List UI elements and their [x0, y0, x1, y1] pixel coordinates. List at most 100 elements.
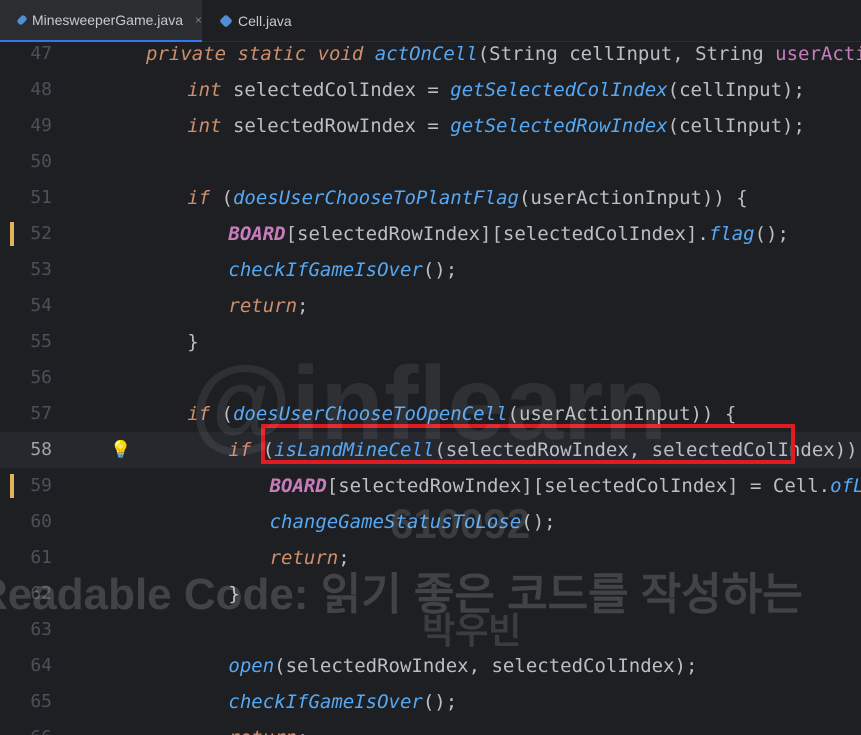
- line-number: 59: [30, 475, 52, 496]
- code-text: }: [228, 576, 239, 612]
- code-text: return;: [228, 288, 308, 324]
- code-token: if: [228, 439, 263, 461]
- code-token: (cellInput);: [667, 79, 805, 101]
- code-token: BOARD: [269, 475, 327, 497]
- code-token: (: [221, 187, 233, 209]
- code-token: selectedRowIndex =: [232, 115, 451, 137]
- code-token: ();: [754, 223, 789, 245]
- tab-cell[interactable]: Cell.java: [202, 0, 312, 42]
- code-line[interactable]: 50: [0, 144, 861, 180]
- code-text: return;: [270, 540, 350, 576]
- code-text: int selectedColIndex = getSelectedColInd…: [187, 72, 805, 108]
- code-token: if: [187, 403, 222, 425]
- code-token: return: [228, 727, 297, 735]
- code-line[interactable]: 63: [0, 612, 861, 648]
- code-token: checkIfGameIsOver: [228, 259, 423, 281]
- code-text: open(selectedRowIndex, selectedColIndex)…: [228, 648, 697, 684]
- code-text: changeGameStatusToLose();: [270, 504, 556, 540]
- line-number: 65: [30, 691, 52, 712]
- code-line[interactable]: 54 return;: [0, 288, 861, 324]
- code-token: [selectedRowIndex][selectedColIndex].: [285, 223, 709, 245]
- code-token: (userActionInput)) {: [518, 187, 748, 209]
- code-line[interactable]: 51 if (doesUserChooseToPlantFlag(userActi…: [0, 180, 861, 216]
- line-number: 60: [30, 511, 52, 532]
- code-token: int: [187, 79, 233, 101]
- code-line[interactable]: 60 changeGameStatusToLose();: [0, 504, 861, 540]
- code-text: BOARD[selectedRowIndex][selectedColIndex…: [228, 216, 789, 252]
- code-line[interactable]: 53 checkIfGameIsOver();: [0, 252, 861, 288]
- line-number: 58: [30, 439, 52, 460]
- code-token: }: [187, 331, 199, 353]
- line-number: 56: [30, 367, 52, 388]
- code-token: ();: [521, 511, 556, 533]
- code-token: return: [269, 547, 339, 569]
- code-token: doesUserChooseToOpenCell: [232, 403, 508, 425]
- code-text: private static void actOnCell(String cel…: [146, 42, 861, 72]
- code-token: ;: [338, 547, 350, 569]
- code-text: checkIfGameIsOver();: [228, 252, 457, 288]
- code-text: return;: [228, 720, 308, 735]
- line-number: 63: [30, 619, 52, 640]
- line-number: 54: [30, 295, 52, 316]
- code-line[interactable]: 59 BOARD[selectedRowIndex][selectedColInd…: [0, 468, 861, 504]
- code-token: BOARD: [228, 223, 286, 245]
- lightbulb-icon[interactable]: 💡: [110, 432, 131, 468]
- code-text: if (doesUserChooseToPlantFlag(userAction…: [187, 180, 748, 216]
- code-text: }: [187, 324, 198, 360]
- code-token: [selectedRowIndex][selectedColIndex] =: [326, 475, 773, 497]
- code-token: selectedColIndex =: [232, 79, 451, 101]
- code-token: return: [228, 295, 298, 317]
- code-token: open: [228, 655, 275, 677]
- code-text: int selectedRowIndex = getSelectedRowInd…: [187, 108, 805, 144]
- tab-label: Cell.java: [238, 13, 292, 29]
- line-number: 66: [0, 720, 52, 735]
- highlight-annotation-box: [261, 424, 795, 464]
- line-number: 48: [30, 79, 52, 100]
- code-token: (: [221, 403, 233, 425]
- code-text: BOARD[selectedRowIndex][selectedColIndex…: [270, 468, 861, 504]
- code-line[interactable]: 66 return;: [0, 720, 861, 735]
- code-editor[interactable]: 47 private static void actOnCell(String c…: [0, 42, 861, 735]
- code-token: (selectedRowIndex, selectedColIndex);: [274, 655, 698, 677]
- code-token: }: [228, 583, 240, 605]
- code-token: userActionInput: [775, 43, 861, 65]
- code-token: changeGameStatusToLose: [269, 511, 522, 533]
- tab-minesweeper-game[interactable]: MinesweeperGame.java ×: [0, 0, 202, 42]
- code-token: getSelectedRowIndex: [450, 115, 668, 137]
- code-line[interactable]: 64 open(selectedRowIndex, selectedColInde…: [0, 648, 861, 684]
- code-token: flag: [708, 223, 755, 245]
- code-line[interactable]: 47 private static void actOnCell(String c…: [0, 42, 861, 72]
- code-line[interactable]: 56: [0, 360, 861, 396]
- code-token: Cell.: [772, 475, 831, 497]
- line-number: 62: [30, 583, 52, 604]
- code-text: checkIfGameIsOver();: [228, 684, 457, 720]
- code-line[interactable]: 61 return;: [0, 540, 861, 576]
- code-token: (String cellInput, String: [477, 43, 776, 65]
- code-token: ;: [297, 727, 308, 735]
- code-token: (userActionInput)) {: [507, 403, 737, 425]
- line-number: 64: [30, 655, 52, 676]
- code-line[interactable]: 55}: [0, 324, 861, 360]
- line-number: 57: [30, 403, 52, 424]
- code-line[interactable]: 49 int selectedRowIndex = getSelectedRowI…: [0, 108, 861, 144]
- code-token: int: [187, 115, 233, 137]
- editor-tab-bar: MinesweeperGame.java × Cell.java: [0, 0, 861, 42]
- line-number: 47: [30, 43, 52, 64]
- code-token: checkIfGameIsOver: [228, 691, 423, 713]
- tab-label: MinesweeperGame.java: [32, 12, 183, 28]
- code-token: actOnCell: [374, 43, 478, 65]
- java-file-icon: [219, 14, 233, 28]
- code-line[interactable]: 62}: [0, 576, 861, 612]
- code-token: (cellInput);: [667, 115, 805, 137]
- close-tab-icon[interactable]: ×: [195, 13, 202, 27]
- line-number: 52: [30, 223, 52, 244]
- code-token: doesUserChooseToPlantFlag: [232, 187, 519, 209]
- code-line[interactable]: 48 int selectedColIndex = getSelectedColI…: [0, 72, 861, 108]
- code-line[interactable]: 65 checkIfGameIsOver();: [0, 684, 861, 720]
- java-file-icon: [16, 14, 28, 26]
- line-number: 50: [30, 151, 52, 172]
- line-number: 61: [30, 547, 52, 568]
- code-line[interactable]: 52 BOARD[selectedRowIndex][selectedColInd…: [0, 216, 861, 252]
- line-number: 55: [30, 331, 52, 352]
- code-token: private static void: [146, 43, 375, 65]
